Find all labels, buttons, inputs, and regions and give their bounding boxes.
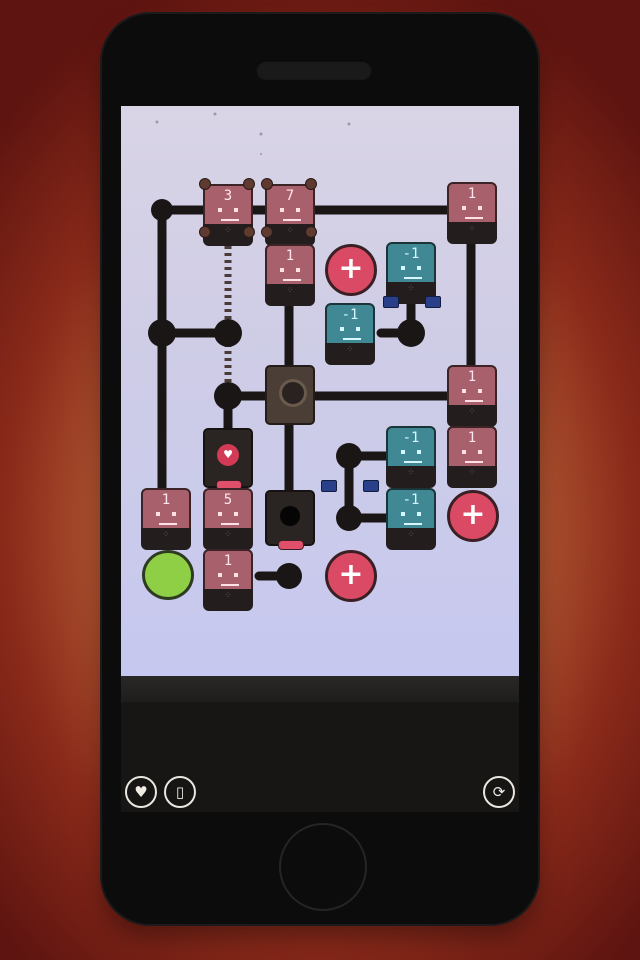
puzzle-board: 3 7 1 1 + -1 -1 1 <box>121 106 519 676</box>
bolt-icon <box>305 226 317 238</box>
plus-icon: + <box>338 251 364 286</box>
number-tile[interactable]: 1 <box>265 244 315 306</box>
number-tile[interactable]: -1 <box>325 303 375 365</box>
link-tab-icon <box>321 480 337 492</box>
link-tab-icon <box>383 296 399 308</box>
bolt-icon <box>305 178 317 190</box>
number-tile[interactable]: 1 <box>141 488 191 550</box>
tile-value: -1 <box>402 492 420 508</box>
link-tab-icon <box>363 480 379 492</box>
goal-button[interactable] <box>142 550 194 610</box>
tile-value: -1 <box>402 246 420 262</box>
number-tile[interactable]: -1 <box>386 488 436 550</box>
plus-button[interactable]: + <box>325 244 377 306</box>
heart-icon: ♥ <box>217 444 239 466</box>
tile-value: 7 <box>285 188 295 204</box>
tile-value: 1 <box>285 248 295 264</box>
restart-icon[interactable]: ⟳ <box>483 776 515 808</box>
home-button[interactable] <box>279 823 367 911</box>
tile-value: 1 <box>467 369 477 385</box>
pipe-junction-hub[interactable] <box>265 365 315 425</box>
plus-icon: + <box>338 557 364 592</box>
empty-socket[interactable] <box>265 490 315 546</box>
tile-value: 3 <box>223 188 233 204</box>
bolt-icon <box>199 226 211 238</box>
number-tile[interactable]: 5 <box>203 488 253 550</box>
bottom-toolbar: ♥ ▯ ⟳ <box>121 702 519 812</box>
bolt-icon <box>243 226 255 238</box>
board-floor <box>121 676 519 702</box>
heart-icon[interactable]: ♥ <box>125 776 157 808</box>
tile-value: 1 <box>223 553 233 569</box>
tile-value: 1 <box>467 186 477 202</box>
bolt-icon <box>261 178 273 190</box>
tile-value: -1 <box>341 307 359 323</box>
number-tile[interactable]: 1 <box>447 426 497 488</box>
tile-value: 1 <box>467 430 477 446</box>
tile-value: 1 <box>161 492 171 508</box>
link-tab-icon <box>425 296 441 308</box>
number-tile[interactable]: 1 <box>447 182 497 244</box>
plus-button[interactable]: + <box>447 490 499 552</box>
heart-dispenser[interactable]: ♥ <box>203 428 253 488</box>
number-tile[interactable]: -1 <box>386 242 436 304</box>
number-tile[interactable]: 1 <box>203 549 253 611</box>
phone-speaker <box>256 60 372 80</box>
tile-value: -1 <box>402 430 420 446</box>
bolt-icon <box>243 178 255 190</box>
bolt-icon <box>261 226 273 238</box>
plus-button[interactable]: + <box>325 550 377 612</box>
pink-pad <box>278 540 304 550</box>
number-tile[interactable]: -1 <box>386 426 436 488</box>
game-screen: 3 7 1 1 + -1 -1 1 <box>121 106 519 812</box>
bolt-icon <box>199 178 211 190</box>
plus-icon: + <box>460 497 486 532</box>
tile-value: 5 <box>223 492 233 508</box>
knob-icon <box>279 379 307 407</box>
number-tile[interactable]: 1 <box>447 365 497 427</box>
phone-icon[interactable]: ▯ <box>164 776 196 808</box>
